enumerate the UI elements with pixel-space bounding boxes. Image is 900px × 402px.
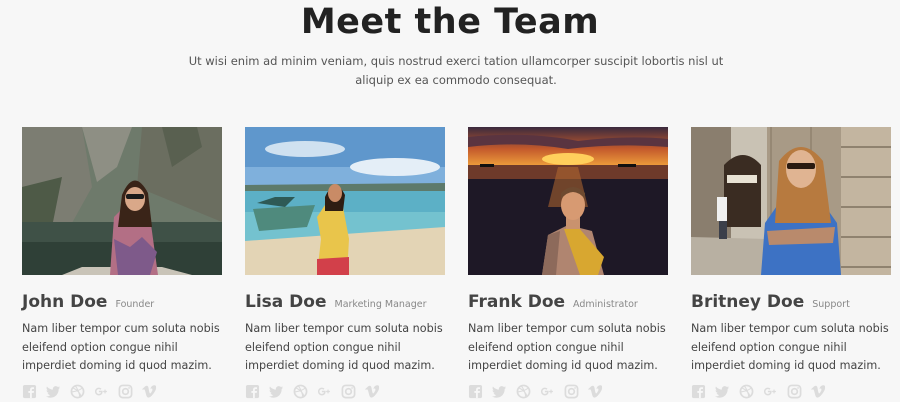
social-links <box>468 384 668 399</box>
member-photo <box>245 127 445 275</box>
twitter-icon[interactable] <box>715 384 730 399</box>
twitter-icon[interactable] <box>46 384 61 399</box>
member-name: Lisa Doe <box>245 292 327 312</box>
member-name: Frank Doe <box>468 292 566 312</box>
member-photo <box>22 127 222 275</box>
vimeo-icon[interactable] <box>142 384 157 399</box>
member-bio: Nam liber tempor cum soluta nobis eleife… <box>691 322 889 372</box>
instagram-icon[interactable] <box>787 384 802 399</box>
dribbble-icon[interactable] <box>70 384 85 399</box>
twitter-icon[interactable] <box>269 384 284 399</box>
google-plus-icon[interactable] <box>540 384 555 399</box>
member-role: Support <box>812 299 850 310</box>
team-card-lisa-doe: Lisa Doe Marketing Manager Nam liber temp… <box>245 127 445 399</box>
twitter-icon[interactable] <box>492 384 507 399</box>
member-photo <box>691 127 891 275</box>
member-bio: Nam liber tempor cum soluta nobis eleife… <box>245 322 443 372</box>
social-links <box>691 384 891 399</box>
social-links <box>245 384 445 399</box>
member-bio: Nam liber tempor cum soluta nobis eleife… <box>468 322 666 372</box>
facebook-icon[interactable] <box>22 384 37 399</box>
google-plus-icon[interactable] <box>763 384 778 399</box>
team-card-john-doe: John Doe Founder Nam liber tempor cum sol… <box>22 127 222 399</box>
google-plus-icon[interactable] <box>317 384 332 399</box>
instagram-icon[interactable] <box>118 384 133 399</box>
instagram-icon[interactable] <box>341 384 356 399</box>
google-plus-icon[interactable] <box>94 384 109 399</box>
member-photo <box>468 127 668 275</box>
member-bio: Nam liber tempor cum soluta nobis eleife… <box>22 322 220 372</box>
facebook-icon[interactable] <box>691 384 706 399</box>
facebook-icon[interactable] <box>468 384 483 399</box>
member-role: Marketing Manager <box>334 299 427 310</box>
team-card-britney-doe: Britney Doe Support Nam liber tempor cum … <box>691 127 891 399</box>
dribbble-icon[interactable] <box>516 384 531 399</box>
member-name: Britney Doe <box>691 292 805 312</box>
vimeo-icon[interactable] <box>811 384 826 399</box>
vimeo-icon[interactable] <box>588 384 603 399</box>
social-links <box>22 384 222 399</box>
dribbble-icon[interactable] <box>739 384 754 399</box>
member-name: John Doe <box>22 292 108 312</box>
section-subtitle: Ut wisi enim ad minim veniam, quis nostr… <box>188 54 724 87</box>
vimeo-icon[interactable] <box>365 384 380 399</box>
instagram-icon[interactable] <box>564 384 579 399</box>
member-role: Administrator <box>573 299 638 310</box>
page-title: Meet the Team <box>300 2 600 42</box>
dribbble-icon[interactable] <box>293 384 308 399</box>
member-role: Founder <box>115 299 155 310</box>
team-card-frank-doe: Frank Doe Administrator Nam liber tempor … <box>468 127 668 399</box>
facebook-icon[interactable] <box>245 384 260 399</box>
